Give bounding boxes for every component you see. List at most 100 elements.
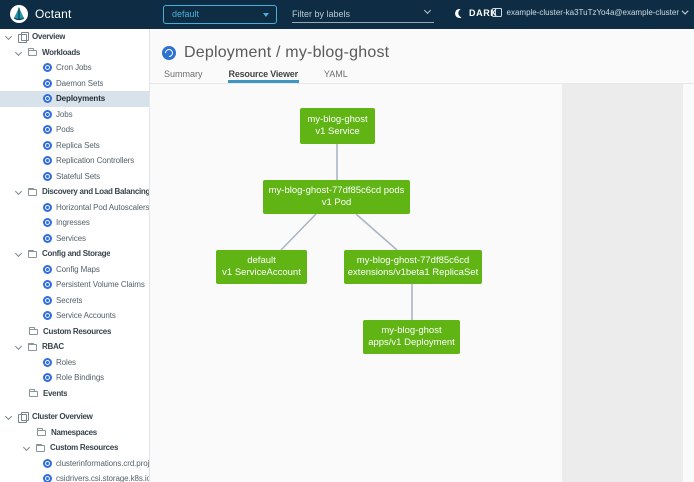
layers-icon	[18, 32, 27, 41]
cluster-context-label: example-cluster-ka3TuTzYo4a@example-clus…	[507, 8, 680, 17]
sidebar-item-pods[interactable]: Pods	[0, 122, 149, 138]
sidebar-item-label: Jobs	[56, 110, 73, 119]
chevron-down-icon[interactable]	[15, 49, 22, 56]
resource-icon	[43, 125, 52, 134]
sidebar-item-namespaces[interactable]: Namespaces	[0, 425, 149, 441]
graph-node-label: my-blog-ghost	[307, 114, 367, 126]
graph-node-deployment[interactable]: my-blog-ghostapps/v1 Deployment	[363, 320, 460, 354]
folder-icon	[29, 391, 38, 398]
chevron-down-icon[interactable]	[15, 343, 22, 350]
sidebar-item-cron-jobs[interactable]: Cron Jobs	[0, 60, 149, 76]
graph-node-label: my-blog-ghost-77df85c6cd	[357, 255, 469, 267]
sidebar-item-stateful-sets[interactable]: Stateful Sets	[0, 169, 149, 185]
tab-yaml[interactable]: YAML	[323, 66, 349, 83]
graph-edge	[356, 214, 397, 250]
sidebar-item-label: Config and Storage	[42, 249, 110, 258]
sidebar-item-label: Roles	[56, 358, 76, 367]
tab-summary[interactable]: Summary	[163, 66, 204, 83]
sidebar-item-overview[interactable]: Overview	[0, 29, 149, 45]
resource-icon	[43, 79, 52, 88]
layers-icon	[18, 412, 27, 421]
top-header-bar: Octant default DARK example-cluster-ka3T…	[0, 0, 694, 29]
chevron-down-icon[interactable]	[424, 7, 431, 14]
sidebar-item-replication-controllers[interactable]: Replication Controllers	[0, 153, 149, 169]
sidebar-item-jobs[interactable]: Jobs	[0, 107, 149, 123]
chevron-down-icon[interactable]	[15, 250, 22, 257]
cluster-icon	[492, 8, 502, 17]
sidebar-item-role-bindings[interactable]: Role Bindings	[0, 370, 149, 386]
moon-icon	[454, 7, 466, 19]
graph-node-service-account[interactable]: defaultv1 ServiceAccount	[216, 250, 307, 284]
sidebar-item-config-maps[interactable]: Config Maps	[0, 262, 149, 278]
graph-node-label: v1 ServiceAccount	[222, 267, 301, 279]
sidebar-item-events[interactable]: Events	[0, 386, 149, 402]
sidebar-item-secrets[interactable]: Secrets	[0, 293, 149, 309]
sidebar-item-label: Persistent Volume Claims	[56, 280, 145, 289]
folder-icon	[28, 50, 37, 57]
sidebar-item-discovery-and-load-balancing[interactable]: Discovery and Load Balancing	[0, 184, 149, 200]
sidebar-item-custom-resources[interactable]: Custom Resources	[0, 440, 149, 456]
namespace-select[interactable]: default	[163, 5, 277, 24]
cluster-context-selector[interactable]: example-cluster-ka3TuTzYo4a@example-clus…	[492, 8, 690, 17]
graph-node-label: apps/v1 Deployment	[368, 337, 455, 349]
sidebar-item-label: Discovery and Load Balancing	[42, 187, 149, 196]
resource-icon	[43, 141, 52, 150]
graph-node-service[interactable]: my-blog-ghostv1 Service	[300, 108, 375, 144]
resource-icon	[43, 110, 52, 119]
resource-icon	[43, 218, 52, 227]
sidebar-item-deployments[interactable]: Deployments	[0, 91, 149, 107]
label-filter-input[interactable]	[292, 6, 416, 23]
resource-icon	[43, 358, 52, 367]
label-filter	[292, 4, 434, 23]
folder-icon	[28, 251, 37, 258]
sidebar-item-label: Workloads	[42, 48, 80, 57]
sidebar-item-cluster-overview[interactable]: Cluster Overview	[0, 409, 149, 425]
page-header: Deployment / my-blog-ghost	[162, 44, 389, 62]
sidebar-item-label: Secrets	[56, 296, 82, 305]
sidebar-item-clusterinformations-crd-projec[interactable]: clusterinformations.crd.projec	[0, 456, 149, 472]
sidebar-item-label: Custom Resources	[43, 327, 111, 336]
sidebar-item-daemon-sets[interactable]: Daemon Sets	[0, 76, 149, 92]
graph-node-label: default	[247, 255, 276, 267]
resource-icon	[43, 63, 52, 72]
folder-icon	[28, 344, 37, 351]
app-name: Octant	[35, 7, 72, 21]
resource-icon	[43, 373, 52, 382]
sidebar-item-services[interactable]: Services	[0, 231, 149, 247]
chevron-down-icon[interactable]	[23, 444, 30, 451]
sidebar-item-replica-sets[interactable]: Replica Sets	[0, 138, 149, 154]
sidebar-item-custom-resources[interactable]: Custom Resources	[0, 324, 149, 340]
sidebar-item-label: Events	[43, 389, 67, 398]
sidebar-item-service-accounts[interactable]: Service Accounts	[0, 308, 149, 324]
sidebar-item-label: Ingresses	[56, 218, 90, 227]
resource-graph: my-blog-ghostv1 Service my-blog-ghost-77d…	[150, 84, 562, 482]
tab-resource-viewer[interactable]: Resource Viewer	[228, 66, 299, 83]
sidebar-item-workloads[interactable]: Workloads	[0, 45, 149, 61]
sidebar-item-ingresses[interactable]: Ingresses	[0, 215, 149, 231]
sidebar-item-label: Namespaces	[51, 428, 97, 437]
sidebar-item-roles[interactable]: Roles	[0, 355, 149, 371]
folder-icon	[28, 189, 37, 196]
sidebar-item-csidrivers-csi-storage-k8s-io[interactable]: csidrivers.csi.storage.k8s.io	[0, 471, 149, 482]
chevron-down-icon[interactable]	[5, 33, 12, 40]
brand: Octant	[10, 5, 72, 23]
folder-icon	[29, 329, 38, 336]
chevron-down-icon[interactable]	[15, 188, 22, 195]
chevron-down-icon	[682, 8, 689, 15]
sidebar-item-label: Role Bindings	[56, 373, 104, 382]
sidebar-item-rbac[interactable]: RBAC	[0, 339, 149, 355]
sidebar-item-persistent-volume-claims[interactable]: Persistent Volume Claims	[0, 277, 149, 293]
resource-icon	[43, 203, 52, 212]
right-panel	[562, 84, 683, 482]
resource-icon	[43, 459, 52, 468]
graph-node-replica-set[interactable]: my-blog-ghost-77df85c6cdextensions/v1bet…	[344, 250, 482, 284]
deployment-icon	[162, 46, 176, 60]
sidebar-item-label: Horizontal Pod Autoscalers	[56, 203, 149, 212]
sidebar-item-config-and-storage[interactable]: Config and Storage	[0, 246, 149, 262]
graph-node-pod[interactable]: my-blog-ghost-77df85c6cd podsv1 Pod	[263, 180, 410, 214]
resource-icon	[43, 234, 52, 243]
sidebar-item-label: Cron Jobs	[56, 63, 92, 72]
sidebar-item-horizontal-pod-autoscalers[interactable]: Horizontal Pod Autoscalers	[0, 200, 149, 216]
chevron-down-icon[interactable]	[5, 413, 12, 420]
sidebar-item-label: Service Accounts	[56, 311, 116, 320]
